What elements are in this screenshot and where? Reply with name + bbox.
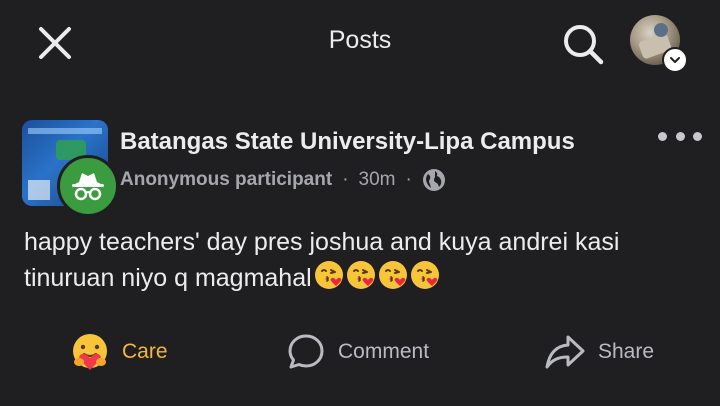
group-avatar-detail bbox=[28, 128, 102, 134]
kiss-emoji-icon bbox=[346, 260, 376, 290]
author-name[interactable]: Anonymous participant bbox=[120, 169, 332, 191]
care-icon bbox=[73, 334, 107, 370]
share-button[interactable]: Share bbox=[544, 330, 654, 374]
post-body: happy teachers' day pres joshua and kuya… bbox=[24, 224, 704, 296]
comment-icon bbox=[288, 334, 324, 369]
more-horizontal-icon bbox=[693, 131, 702, 141]
emoji-row bbox=[314, 260, 440, 290]
more-options-button[interactable] bbox=[658, 124, 702, 148]
search-button[interactable] bbox=[558, 19, 608, 69]
share-label: Share bbox=[598, 340, 655, 363]
meta-separator: · bbox=[405, 169, 412, 190]
group-name-link[interactable]: Batangas State University-Lipa Campus bbox=[120, 128, 575, 156]
globe-icon bbox=[422, 168, 446, 192]
chevron-down-icon bbox=[662, 47, 688, 73]
post-screen: Posts Batangas State University-Lipa Cam… bbox=[0, 0, 720, 406]
top-bar: Posts bbox=[0, 0, 720, 82]
care-label: Care bbox=[122, 340, 168, 363]
anonymous-participant-icon bbox=[57, 155, 119, 217]
kiss-emoji-icon bbox=[314, 260, 344, 290]
post-meta: Anonymous participant · 30m · bbox=[120, 168, 446, 192]
account-menu-button[interactable] bbox=[630, 15, 688, 73]
page-title: Posts bbox=[328, 26, 392, 54]
comment-button[interactable]: Comment bbox=[286, 330, 429, 374]
meta-separator: · bbox=[342, 169, 349, 190]
comment-label: Comment bbox=[338, 340, 430, 363]
post-time[interactable]: 30m bbox=[359, 169, 396, 191]
more-horizontal-icon bbox=[675, 131, 685, 141]
share-icon bbox=[545, 335, 585, 369]
search-icon bbox=[564, 25, 604, 65]
care-reaction-button[interactable]: Care bbox=[70, 330, 168, 374]
kiss-emoji-icon bbox=[410, 260, 440, 290]
kiss-emoji-icon bbox=[378, 260, 408, 290]
group-avatar-detail bbox=[28, 180, 50, 200]
more-horizontal-icon bbox=[658, 131, 667, 141]
